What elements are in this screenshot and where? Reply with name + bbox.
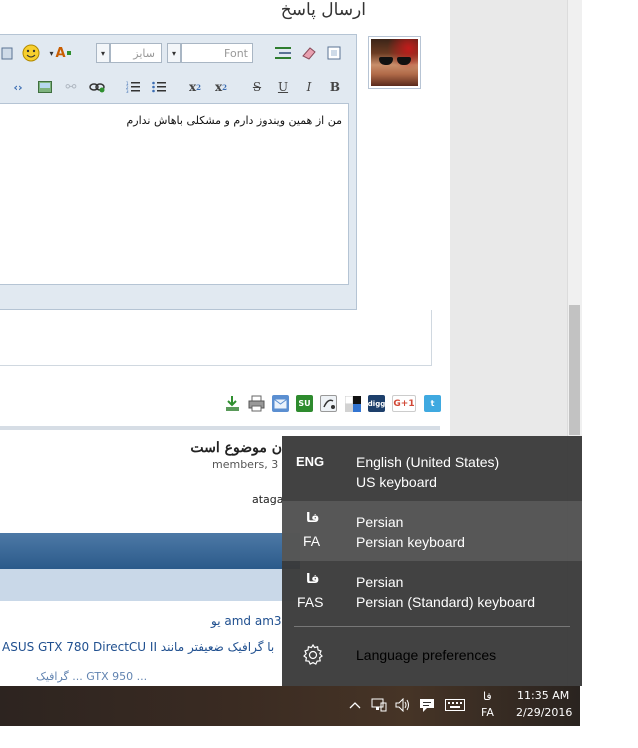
keyboard-name: Persian keyboard — [356, 534, 465, 550]
link-icon[interactable] — [87, 77, 107, 97]
strikethrough-icon[interactable]: S — [247, 77, 267, 97]
keyboard-icon[interactable] — [444, 696, 466, 714]
network-icon[interactable] — [370, 696, 388, 714]
twitter-icon[interactable]: t — [424, 395, 441, 412]
svg-text:3: 3 — [126, 89, 129, 93]
language-name: English (United States) — [356, 454, 500, 470]
gear-icon — [300, 642, 326, 668]
digg-icon[interactable]: digg — [368, 395, 385, 412]
superscript-icon[interactable]: x2 — [185, 77, 205, 97]
flyout-divider — [294, 626, 570, 627]
bold-icon[interactable]: B — [325, 77, 345, 97]
code-icon[interactable]: ‹› — [8, 77, 28, 97]
smiley-icon[interactable] — [20, 43, 42, 63]
language-item-fas[interactable]: فا FAS Persian Persian (Standard) keyboa… — [282, 562, 582, 622]
editor-toolbar-row-1: ▾ A ▾ سایز ▾ Font — [0, 41, 357, 67]
text-color-icon[interactable]: ▾ A — [46, 43, 74, 63]
thread-members: members, 3 — [212, 458, 279, 471]
volume-icon[interactable] — [394, 696, 412, 714]
language-code: ENG — [296, 454, 325, 469]
size-dropdown-arrow[interactable]: ▾ — [96, 43, 110, 63]
action-center-icon[interactable] — [418, 696, 436, 714]
indent-icon[interactable] — [273, 43, 293, 63]
input-language-indicator[interactable]: فا — [483, 690, 492, 703]
chevron-up-icon[interactable] — [346, 696, 364, 714]
thread-title: ن موضوع است — [190, 440, 282, 456]
language-name: Persian — [356, 574, 404, 590]
language-item-fa[interactable]: فا FA Persian Persian keyboard — [282, 501, 582, 561]
editor-textarea[interactable]: من از همین ویندوز دارم و مشکلی باهاش ندا… — [0, 103, 349, 285]
language-item-eng[interactable]: ENG English (United States) US keyboard — [282, 440, 582, 500]
underline-icon[interactable]: U — [273, 77, 293, 97]
italic-icon[interactable]: I — [299, 77, 319, 97]
source-icon[interactable] — [325, 43, 343, 63]
desktop-edge — [0, 726, 638, 748]
email-icon[interactable] — [272, 395, 289, 412]
unlink-icon[interactable]: ⚯ — [61, 77, 81, 97]
numbered-list-icon[interactable]: 123 — [123, 77, 143, 97]
reply-panel-bottom — [0, 310, 432, 366]
input-language-code[interactable]: FA — [481, 706, 494, 719]
section-divider — [0, 426, 440, 430]
language-name: Persian — [356, 514, 404, 530]
reply-title: ارسال پاسخ — [280, 0, 366, 20]
language-preferences-link[interactable]: Language preferences — [282, 636, 582, 676]
thread-link[interactable]: ASUS GTX 780 DirectCU II با گرافیک ضعیفت… — [2, 640, 274, 654]
language-code: FAS — [297, 594, 324, 610]
language-preferences-label: Language preferences — [356, 647, 497, 663]
screen: ارسال پاسخ ▾ A ▾ سایز ▾ Font ‹› ⚯ 1 2 3 … — [0, 0, 638, 748]
clock-date[interactable]: 2/29/2016 — [516, 706, 572, 719]
clock-time[interactable]: 11:35 AM — [517, 689, 569, 702]
editor-toolbar-row-2: ‹› ⚯ 123 x2 x2 S U I B — [0, 75, 357, 99]
googleplus-icon[interactable]: G+1 — [392, 395, 416, 412]
editor-text: من از همین ویندوز دارم و مشکلی باهاش ندا… — [126, 114, 342, 127]
stumbleupon-icon[interactable]: SU — [296, 395, 313, 412]
thread-link[interactable]: گرافیک ... GTX 950 ... — [36, 670, 147, 683]
keyboard-name: Persian (Standard) keyboard — [356, 594, 535, 610]
language-script: فا — [306, 572, 320, 587]
keyboard-name: US keyboard — [356, 474, 437, 490]
image-icon[interactable] — [35, 77, 55, 97]
thread-link[interactable]: amd am3 یو — [211, 614, 282, 628]
reply-editor: ▾ A ▾ سایز ▾ Font ‹› ⚯ 1 2 3 x 2 x 2 S U… — [0, 34, 357, 310]
download-icon[interactable] — [224, 395, 241, 412]
bullet-list-icon[interactable] — [149, 77, 169, 97]
language-code: FA — [303, 533, 321, 549]
delicious-icon[interactable] — [344, 395, 361, 412]
similar-threads-subheader — [0, 569, 300, 601]
font-select[interactable]: Font — [181, 43, 253, 63]
share-icon[interactable] — [320, 395, 337, 412]
scrollbar-thumb[interactable] — [569, 305, 580, 435]
paste-icon[interactable] — [0, 43, 14, 63]
similar-threads-header — [0, 533, 300, 569]
avatar — [368, 36, 421, 89]
thread-user[interactable]: ataga — [252, 493, 284, 506]
font-dropdown-arrow[interactable]: ▾ — [167, 43, 181, 63]
print-icon[interactable] — [248, 395, 265, 412]
language-script: فا — [306, 511, 320, 526]
subscript-icon[interactable]: x2 — [211, 77, 231, 97]
size-select[interactable]: سایز — [110, 43, 162, 63]
eraser-icon[interactable] — [299, 43, 319, 63]
